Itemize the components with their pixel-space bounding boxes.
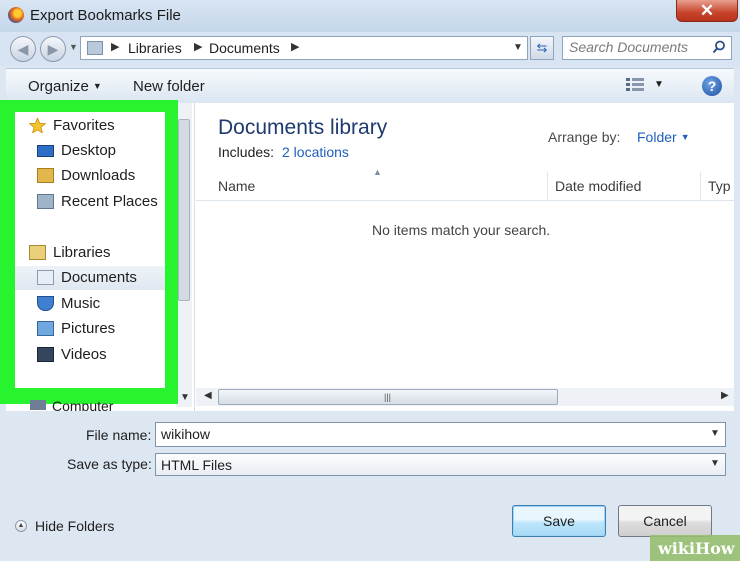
music-icon <box>37 296 54 311</box>
pictures-icon <box>37 321 54 336</box>
column-divider[interactable] <box>700 172 701 200</box>
window-title: Export Bookmarks File <box>30 7 181 24</box>
organize-label: Organize <box>28 78 89 95</box>
arrange-by-label: Arrange by: <box>548 129 621 145</box>
cancel-button[interactable]: Cancel <box>618 505 712 537</box>
arrange-by-dropdown[interactable]: Folder ▼ <box>637 129 690 145</box>
search-icon[interactable] <box>712 40 726 54</box>
new-folder-button[interactable]: New folder <box>133 78 205 95</box>
sidebar-item-music[interactable]: Music <box>15 292 165 316</box>
videos-icon <box>37 347 54 362</box>
breadcrumb-documents[interactable]: Documents <box>209 40 280 56</box>
search-box[interactable] <box>562 36 732 60</box>
file-name-label: File name: <box>86 427 152 443</box>
sidebar-item-label: Desktop <box>61 142 117 159</box>
save-as-type-value: HTML Files <box>161 457 233 473</box>
file-name-input[interactable] <box>161 426 701 442</box>
forward-button[interactable]: ▶ <box>40 36 66 62</box>
empty-message: No items match your search. <box>372 222 551 238</box>
refresh-button[interactable]: ⇆ <box>530 36 554 60</box>
sidebar-item-label: Documents <box>61 269 137 286</box>
sidebar-item-documents[interactable]: Documents <box>15 266 165 290</box>
save-as-type-select[interactable]: HTML Files ▼ <box>155 453 726 476</box>
computer-icon <box>30 400 46 410</box>
column-header-row <box>196 172 734 201</box>
scroll-right-arrow-icon[interactable]: ▶ <box>721 390 729 401</box>
sidebar-item-label: Videos <box>61 346 107 363</box>
firefox-icon <box>8 7 24 23</box>
chevron-down-icon: ▼ <box>680 132 690 142</box>
toolbar: Organize ▼ New folder ▼ ? <box>6 68 734 104</box>
breadcrumb-arrow-icon[interactable]: ▶ <box>111 40 119 53</box>
column-type[interactable]: Typ <box>708 178 734 194</box>
chevron-down-icon: ▼ <box>92 81 102 91</box>
includes-label: Includes: <box>218 144 275 160</box>
sidebar-item-downloads[interactable]: Downloads <box>15 164 165 188</box>
star-icon <box>29 118 46 133</box>
breadcrumb-libraries[interactable]: Libraries <box>128 40 182 56</box>
save-as-type-label: Save as type: <box>67 456 152 472</box>
help-icon[interactable]: ? <box>702 76 722 96</box>
close-button[interactable]: ✕ <box>676 0 738 22</box>
recent-places-icon <box>37 194 54 209</box>
navigation-scrollbar[interactable] <box>176 103 192 407</box>
arrange-by-value: Folder <box>637 129 677 145</box>
change-view-icon[interactable] <box>626 78 644 92</box>
locations-link[interactable]: 2 locations <box>282 144 349 160</box>
search-input[interactable] <box>569 39 709 55</box>
column-date-modified[interactable]: Date modified <box>555 178 641 194</box>
sidebar-item-label: Downloads <box>61 167 136 184</box>
recent-pages-chevron-icon[interactable]: ▼ <box>69 42 78 52</box>
back-button[interactable]: ◀ <box>10 36 36 62</box>
collapse-up-icon: ▲ <box>15 520 27 532</box>
scroll-left-arrow-icon[interactable]: ◀ <box>204 390 212 401</box>
organize-button[interactable]: Organize ▼ <box>28 78 102 95</box>
horizontal-scrollbar[interactable]: ◀ ||| ▶ <box>196 388 734 406</box>
watermark-text: wikiHow <box>658 539 735 558</box>
address-bar[interactable]: ▶ Libraries ▶ Documents ▶ ▼ <box>80 36 528 60</box>
column-divider[interactable] <box>547 172 548 200</box>
save-as-type-dropdown-icon[interactable]: ▼ <box>710 458 720 469</box>
sidebar-item-pictures[interactable]: Pictures <box>15 317 165 341</box>
address-dropdown-icon[interactable]: ▼ <box>513 42 523 53</box>
sidebar-item-desktop[interactable]: Desktop <box>15 139 165 163</box>
sort-ascending-icon: ▲ <box>373 167 382 177</box>
sidebar-item-label: Recent Places <box>61 193 158 210</box>
sidebar-item-videos[interactable]: Videos <box>15 343 165 367</box>
downloads-folder-icon <box>37 168 54 183</box>
scroll-down-arrow-icon[interactable]: ▼ <box>180 392 190 403</box>
libraries-icon <box>29 245 46 260</box>
documents-icon <box>37 270 54 285</box>
sidebar-item-libraries[interactable]: Libraries <box>15 241 165 265</box>
library-location-icon <box>87 41 103 55</box>
view-options-chevron-icon[interactable]: ▼ <box>654 79 664 90</box>
wikihow-watermark: wikiHow <box>650 535 740 561</box>
navigation-list: Favorites Desktop Downloads Recent Place… <box>15 112 165 388</box>
horizontal-scroll-thumb[interactable]: ||| <box>218 389 558 405</box>
library-title: Documents library <box>218 116 388 139</box>
sidebar-item-recent-places[interactable]: Recent Places <box>15 190 165 214</box>
desktop-icon <box>37 145 54 157</box>
column-name[interactable]: Name <box>218 178 255 194</box>
hide-folders-label: Hide Folders <box>35 518 115 534</box>
file-name-field[interactable]: ▼ <box>155 422 726 447</box>
sidebar-item-favorites[interactable]: Favorites <box>15 114 165 138</box>
scroll-grip-icon: ||| <box>384 392 392 402</box>
breadcrumb-arrow-icon[interactable]: ▶ <box>291 40 299 53</box>
sidebar-item-label: Favorites <box>53 117 115 134</box>
save-button[interactable]: Save <box>512 505 606 537</box>
sidebar-item-label: Libraries <box>53 244 111 261</box>
breadcrumb-arrow-icon[interactable]: ▶ <box>194 40 202 53</box>
sidebar-item-label: Pictures <box>61 320 116 337</box>
file-name-dropdown-icon[interactable]: ▼ <box>710 428 720 439</box>
navigation-scroll-thumb[interactable] <box>178 119 190 301</box>
sidebar-item-label: Music <box>61 295 101 312</box>
